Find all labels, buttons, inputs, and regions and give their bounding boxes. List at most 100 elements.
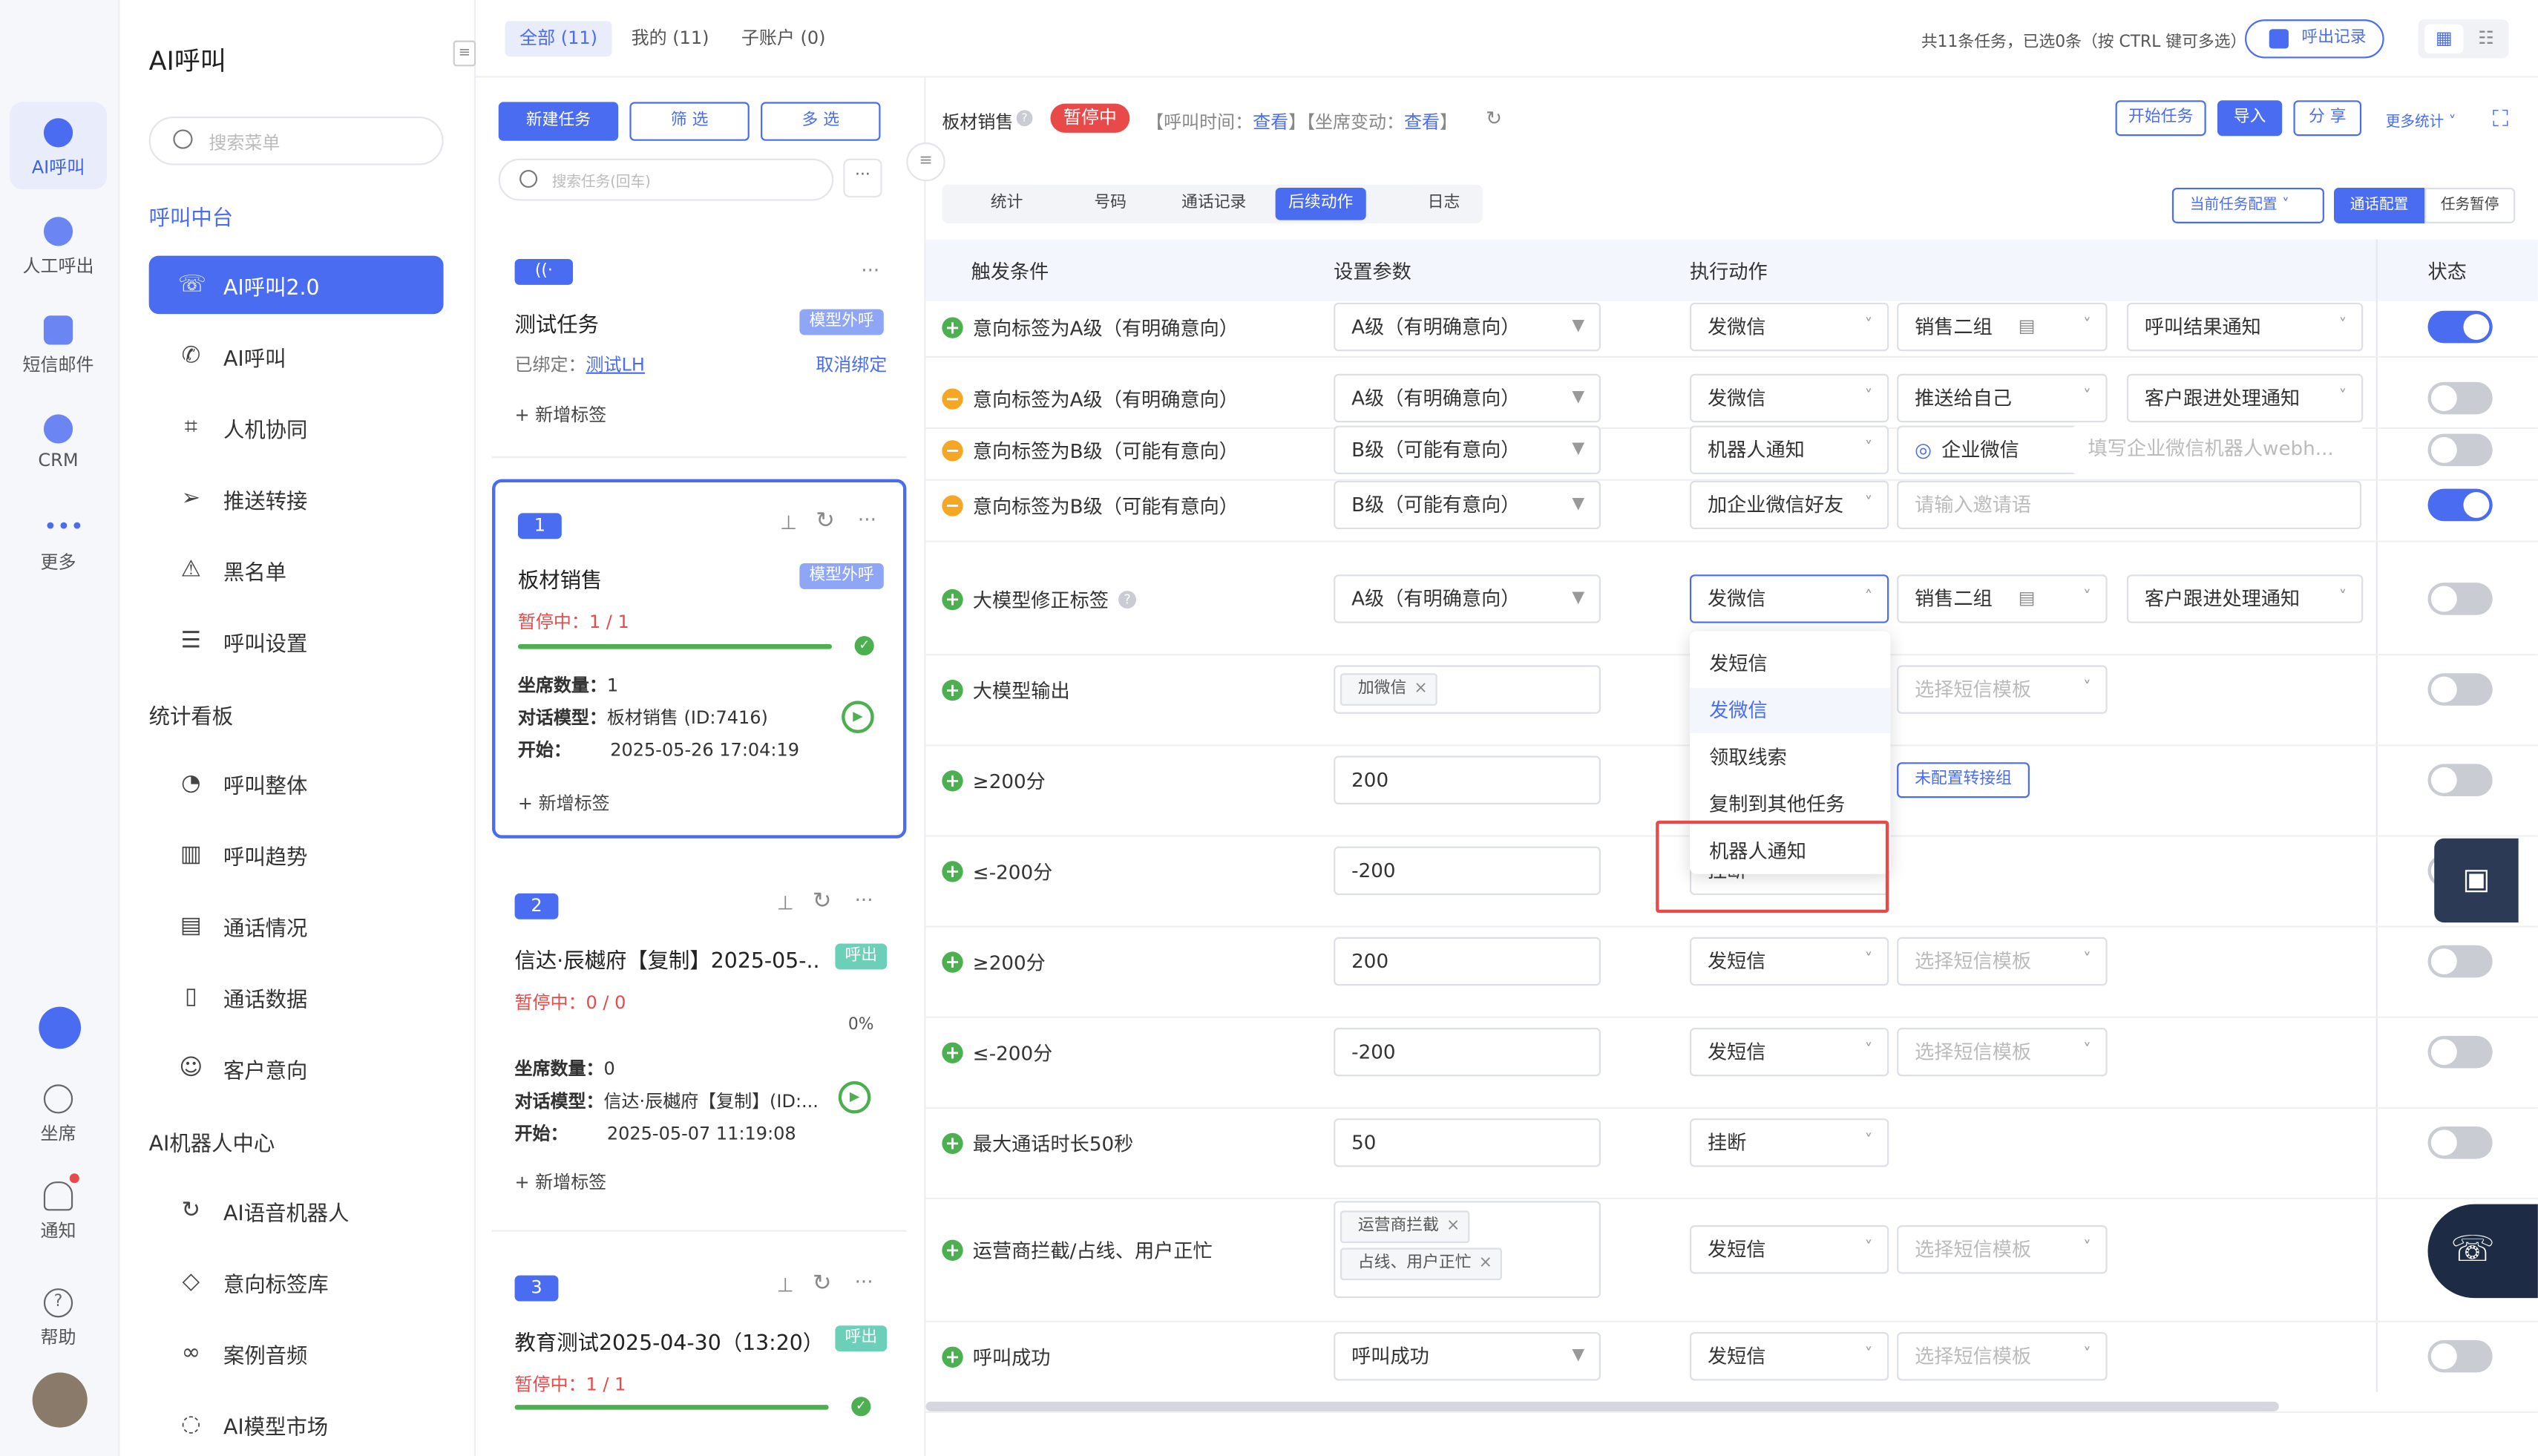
- rule-action-param[interactable]: 推送给自己 ˅: [1897, 373, 2108, 423]
- rule-param-select[interactable]: 200: [1334, 755, 1601, 804]
- plus-circle-icon[interactable]: +: [942, 1132, 963, 1155]
- plus-circle-icon[interactable]: +: [942, 1346, 963, 1368]
- more-stats-dropdown[interactable]: 更多统计 ˅: [2386, 110, 2456, 131]
- rule-param-select[interactable]: A级（有明确意向） ▼: [1334, 574, 1601, 623]
- rule-action-select[interactable]: 发短信 ˅: [1689, 937, 1889, 986]
- import-button[interactable]: 导入: [2217, 100, 2283, 137]
- task-card-2[interactable]: 2 ⊥ ↻ ··· 信达·辰樾府【复制】2025-05-... 呼出 暂停中：0…: [492, 868, 906, 1224]
- info-icon[interactable]: ?: [1016, 110, 1033, 127]
- add-tag-button[interactable]: + 新增标签: [515, 401, 607, 427]
- card-more-icon[interactable]: ···: [855, 1270, 873, 1293]
- play-icon[interactable]: ▶: [842, 701, 874, 733]
- rule-action-select[interactable]: 机器人通知 ˅: [1689, 425, 1889, 475]
- menu-item-ai-call-2[interactable]: ☏ AI呼叫2.0: [148, 255, 444, 315]
- call-config-tab[interactable]: 通话配置: [2334, 187, 2425, 223]
- menu-item-ai-call[interactable]: ✆ AI呼叫: [149, 327, 444, 386]
- rule-action-param[interactable]: 选择短信模板 ˅: [1897, 937, 2108, 986]
- help-icon[interactable]: ?: [1118, 591, 1137, 609]
- rule-action-param[interactable]: 选择短信模板 ˅: [1897, 1331, 2108, 1381]
- menu-item-call-overall[interactable]: ◔ 呼叫整体: [149, 754, 444, 813]
- rule-param-select[interactable]: B级（可能有意向） ▼: [1334, 425, 1601, 475]
- rule-status-toggle[interactable]: [2427, 764, 2493, 797]
- fullscreen-icon[interactable]: ⛶: [2493, 107, 2508, 133]
- menu-item-call-trend[interactable]: ▥ 呼叫趋势: [149, 825, 444, 884]
- chat-widget-icon[interactable]: ▣: [2434, 838, 2519, 923]
- multi-select-button[interactable]: 多 选: [761, 102, 881, 141]
- rule-action-extra[interactable]: 呼叫结果通知 ˅: [2126, 302, 2364, 352]
- rail-more[interactable]: ••• 更多: [10, 497, 107, 585]
- menu-item-case-audio[interactable]: ∞ 案例音频: [149, 1324, 444, 1383]
- horizontal-scrollbar[interactable]: [925, 1401, 2279, 1411]
- rail-seat[interactable]: 坐席: [10, 1068, 107, 1155]
- tab-mine[interactable]: 我的 (11): [632, 21, 709, 56]
- rule-param-select[interactable]: 200: [1334, 937, 1601, 986]
- option-send-wechat[interactable]: 发微信: [1689, 687, 1891, 733]
- rule-param-select[interactable]: -200: [1334, 846, 1601, 896]
- close-icon[interactable]: ×: [1446, 1213, 1460, 1242]
- rule-action-select[interactable]: 发短信 ˅: [1689, 1225, 1889, 1274]
- panel-toggle-icon[interactable]: ≡: [906, 142, 945, 182]
- rule-action-extra[interactable]: 填写企业微信机器人webh...: [2071, 425, 2364, 475]
- task-search[interactable]: 搜索任务(回车): [498, 158, 834, 201]
- card-more-icon[interactable]: ···: [855, 888, 873, 911]
- pin-icon[interactable]: ⊥: [777, 892, 794, 915]
- menu-item-model-market[interactable]: ◌ AI模型市场: [149, 1395, 444, 1454]
- close-icon[interactable]: ×: [1414, 675, 1427, 704]
- rule-status-toggle[interactable]: [2427, 433, 2493, 467]
- rule-param-select[interactable]: -200: [1334, 1027, 1601, 1077]
- task-more-button[interactable]: ···: [843, 158, 882, 198]
- refresh-icon[interactable]: ↻: [813, 1270, 832, 1296]
- rule-status-toggle[interactable]: [2427, 1126, 2493, 1159]
- tab-call-records[interactable]: 通话记录: [1181, 185, 1246, 223]
- rule-param-select[interactable]: A级（有明确意向） ▼: [1334, 373, 1601, 423]
- close-icon[interactable]: ×: [1479, 1250, 1492, 1279]
- option-claim-lead[interactable]: 领取线索: [1690, 735, 1890, 780]
- rule-status-toggle[interactable]: [2427, 673, 2493, 706]
- minus-circle-icon[interactable]: −: [942, 388, 963, 410]
- minus-circle-icon[interactable]: −: [942, 440, 963, 462]
- bound-link[interactable]: 测试LH: [586, 355, 645, 376]
- card-more-icon[interactable]: ···: [861, 259, 879, 282]
- menu-item-call-data[interactable]: ▯ 通话数据: [149, 968, 444, 1026]
- rule-param-select[interactable]: A级（有明确意向） ▼: [1334, 302, 1601, 352]
- rail-help[interactable]: ? 帮助: [10, 1272, 107, 1360]
- rule-status-toggle[interactable]: [2427, 945, 2493, 978]
- rail-crm[interactable]: CRM: [10, 399, 107, 486]
- start-task-button[interactable]: 开始任务: [2115, 100, 2206, 137]
- rule-status-toggle[interactable]: [2427, 1339, 2493, 1373]
- tab-all[interactable]: 全部 (11): [505, 21, 612, 57]
- list-view-icon[interactable]: ☷: [2467, 24, 2505, 53]
- task-card-3[interactable]: 3 ⊥ ↻ ··· 教育测试2025-04-30（13:20） 呼出 暂停中：1…: [492, 1250, 906, 1456]
- rule-status-toggle[interactable]: [2427, 1035, 2493, 1069]
- rule-status-toggle[interactable]: [2427, 381, 2493, 415]
- rule-action-select[interactable]: 发微信 ˄: [1689, 574, 1889, 623]
- menu-item-call-status[interactable]: ▤ 通话情况: [149, 896, 444, 955]
- add-tag-button[interactable]: + 新增标签: [518, 790, 610, 816]
- plus-circle-icon[interactable]: +: [942, 680, 963, 701]
- rule-action-select[interactable]: 发短信 ˅: [1689, 1027, 1889, 1077]
- minus-circle-icon[interactable]: −: [942, 495, 963, 517]
- plus-circle-icon[interactable]: +: [942, 1239, 963, 1261]
- rule-action-select[interactable]: 加企业微信好友 ˅: [1689, 480, 1889, 530]
- rule-action-select[interactable]: 发微信 ˅: [1689, 302, 1889, 352]
- collapse-icon[interactable]: ≡: [453, 40, 476, 67]
- plus-circle-icon[interactable]: +: [942, 317, 963, 338]
- refresh-icon[interactable]: ↻: [816, 508, 835, 534]
- rule-action-select[interactable]: 发微信 ˅: [1689, 373, 1889, 423]
- rule-action-select[interactable]: 发短信 ˅: [1689, 1331, 1889, 1381]
- tab-sub-accounts[interactable]: 子账户 (0): [741, 21, 826, 56]
- pin-icon[interactable]: ⊥: [780, 511, 797, 534]
- pin-icon[interactable]: ⊥: [777, 1273, 794, 1296]
- rule-action-param[interactable]: 选择短信模板 ˅: [1897, 1225, 2108, 1274]
- current-config-dropdown[interactable]: 当前任务配置 ˅: [2171, 187, 2324, 223]
- menu-item-blacklist[interactable]: ⚠ 黑名单: [149, 540, 444, 599]
- menu-item-voice-robot[interactable]: ↻ AI语音机器人: [149, 1181, 444, 1240]
- plus-circle-icon[interactable]: +: [942, 861, 963, 882]
- rule-action-param[interactable]: 销售二组 ▤ ˅: [1897, 574, 2108, 623]
- rule-param-select[interactable]: 呼叫成功 ▼: [1334, 1331, 1601, 1381]
- assistant-icon[interactable]: [39, 1006, 82, 1049]
- call-widget-icon[interactable]: ☏: [2427, 1204, 2538, 1299]
- menu-item-push-transfer[interactable]: ➢ 推送转接: [149, 469, 444, 528]
- task-pause-tab[interactable]: 任务暂停: [2424, 187, 2516, 223]
- rule-action-param[interactable]: 销售二组 ▤ ˅: [1897, 302, 2108, 352]
